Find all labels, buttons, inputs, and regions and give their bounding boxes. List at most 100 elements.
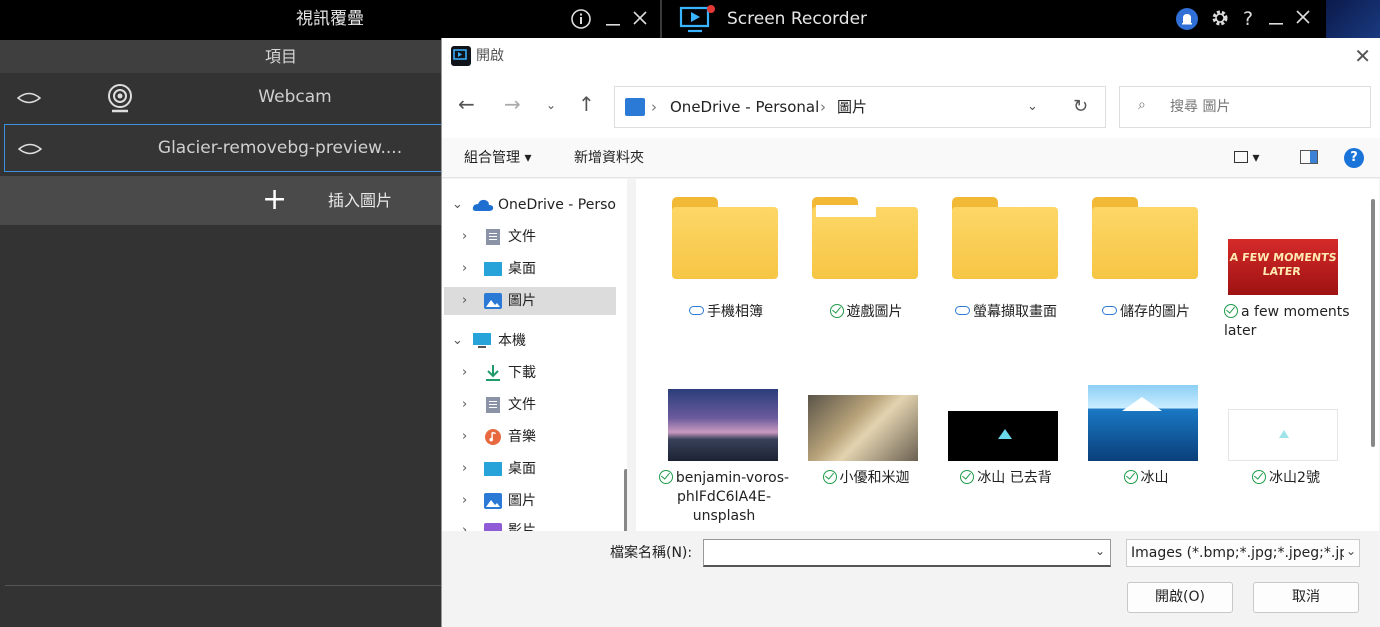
filter-dropdown-chevron-icon[interactable]: ⌄: [1344, 544, 1359, 558]
close-icon[interactable]: [628, 8, 652, 32]
close-icon[interactable]: [1291, 7, 1315, 31]
cloud-status-icon: [955, 306, 970, 315]
tree-item-this-pc[interactable]: ⌄ 本機: [442, 327, 618, 355]
tree-item-downloads[interactable]: › 下載: [442, 359, 618, 387]
refresh-icon[interactable]: ↻: [1073, 87, 1088, 127]
file-name: 小優和米迦: [796, 469, 936, 488]
image-thumbnail: A FEW MOMENTS LATER: [1228, 239, 1338, 295]
tree-item-music[interactable]: › 音樂: [442, 423, 618, 451]
cloud-status-icon: [1102, 306, 1117, 315]
collapse-chevron-icon[interactable]: ⌄: [452, 327, 463, 355]
file-name: 手機相簿: [656, 303, 796, 322]
folder-item[interactable]: 遊戲圖片: [802, 197, 930, 327]
image-item[interactable]: 冰山2號: [1222, 369, 1350, 499]
expand-chevron-icon[interactable]: ›: [462, 455, 467, 483]
folder-icon: [1092, 197, 1198, 279]
visibility-eye-icon[interactable]: [17, 88, 41, 108]
tree-item-desktop-pc[interactable]: › 桌面: [442, 455, 618, 483]
image-item[interactable]: 冰山: [1082, 369, 1210, 499]
image-item[interactable]: A FEW MOMENTS LATER a few moments later: [1222, 197, 1350, 347]
search-box[interactable]: ⌕ 搜尋 圖片: [1119, 86, 1371, 128]
search-input[interactable]: 搜尋 圖片: [1170, 87, 1230, 127]
expand-chevron-icon[interactable]: ›: [462, 517, 467, 531]
folder-icon: [812, 197, 918, 279]
image-item[interactable]: benjamin-voros-phIFdC6IA4E-unsplash: [658, 369, 790, 529]
preview-pane-icon[interactable]: [1300, 138, 1318, 178]
cancel-button[interactable]: 取消: [1253, 582, 1359, 613]
app-icon: [451, 46, 471, 66]
notification-bell-icon[interactable]: [1176, 8, 1198, 30]
content-scrollbar[interactable]: [1371, 199, 1375, 447]
panel-divider: [5, 585, 445, 586]
file-type-filter[interactable]: Images (*.bmp;*.jpg;*.jpeg;*.jp: [1126, 539, 1360, 567]
expand-chevron-icon[interactable]: ›: [462, 223, 467, 251]
tree-item-pictures-selected[interactable]: › 圖片: [444, 287, 616, 315]
overlay-titlebar: 視訊覆疊: [0, 0, 662, 40]
folder-item[interactable]: 螢幕擷取畫面: [942, 197, 1070, 327]
dialog-close-icon[interactable]: ✕: [1354, 44, 1371, 68]
help-icon[interactable]: ?: [1344, 148, 1364, 168]
pane-splitter[interactable]: [627, 179, 636, 531]
folder-icon: [672, 197, 778, 279]
plus-icon: +: [262, 182, 288, 217]
organize-menu[interactable]: 組合管理 ▾: [464, 138, 531, 178]
downloads-icon: [486, 365, 500, 381]
file-name: 儲存的圖片: [1076, 303, 1216, 322]
background-wallpaper: [1326, 0, 1380, 38]
synced-check-icon: [822, 470, 837, 484]
folder-item[interactable]: 手機相簿: [662, 197, 790, 327]
image-thumbnail: [808, 395, 918, 461]
this-pc-icon: [473, 333, 491, 348]
tree-item-onedrive[interactable]: ⌄ OneDrive - Perso: [442, 191, 618, 219]
open-button[interactable]: 開啟(O): [1127, 582, 1233, 613]
image-thumbnail: [1088, 385, 1198, 461]
expand-chevron-icon[interactable]: ›: [462, 255, 467, 283]
view-mode-icon[interactable]: ▾: [1234, 138, 1259, 178]
folder-icon: [952, 197, 1058, 279]
help-question-icon[interactable]: ?: [1236, 7, 1260, 31]
tree-item-videos[interactable]: › 影片: [442, 517, 618, 531]
forward-arrow-icon[interactable]: →: [504, 92, 521, 116]
minimize-icon[interactable]: [601, 8, 625, 32]
address-dropdown-chevron-icon[interactable]: ⌄: [1027, 87, 1038, 127]
image-item[interactable]: 小優和米迦: [802, 369, 930, 499]
visibility-eye-icon[interactable]: [18, 139, 42, 159]
folder-item[interactable]: 儲存的圖片: [1082, 197, 1210, 327]
expand-chevron-icon[interactable]: ›: [462, 423, 467, 451]
dialog-title: 開啟: [476, 48, 504, 64]
tree-item-desktop[interactable]: › 桌面: [442, 255, 618, 283]
synced-check-icon: [1252, 470, 1267, 484]
expand-chevron-icon[interactable]: ›: [462, 287, 467, 315]
settings-gear-icon[interactable]: [1208, 7, 1232, 31]
tree-item-documents-pc[interactable]: › 文件: [442, 391, 618, 419]
breadcrumb-onedrive[interactable]: OneDrive - Personal: [670, 87, 819, 127]
screen-recorder-logo-icon: [679, 5, 715, 33]
breadcrumb-pictures[interactable]: 圖片: [837, 87, 867, 127]
filename-dropdown-chevron-icon[interactable]: ⌄: [1095, 544, 1105, 558]
search-icon: ⌕: [1138, 97, 1146, 113]
screen-recorder-titlebar: Screen Recorder ?: [662, 0, 1380, 38]
filename-input[interactable]: [703, 539, 1111, 567]
tree-item-pictures-pc[interactable]: › 圖片: [442, 487, 618, 515]
pictures-icon: [625, 98, 645, 116]
up-arrow-icon[interactable]: ↑: [578, 92, 595, 116]
filename-label: 檔案名稱(N):: [610, 545, 693, 561]
documents-icon: [486, 397, 500, 413]
overlay-item-label: Glacier-removebg-preview....: [157, 138, 403, 158]
expand-chevron-icon[interactable]: ›: [462, 487, 467, 515]
recent-locations-chevron-icon[interactable]: ⌄: [546, 98, 556, 112]
image-item[interactable]: 冰山 已去背: [942, 369, 1070, 499]
expand-chevron-icon[interactable]: ›: [462, 391, 467, 419]
address-bar[interactable]: › OneDrive - Personal › 圖片 ⌄ ↻: [614, 86, 1106, 128]
info-icon[interactable]: [569, 8, 593, 32]
overlay-item-label: Webcam: [258, 87, 332, 107]
back-arrow-icon[interactable]: ←: [458, 92, 475, 116]
synced-check-icon: [1123, 470, 1138, 484]
new-folder-button[interactable]: 新增資料夾: [574, 138, 644, 178]
minimize-icon[interactable]: [1264, 7, 1288, 31]
tree-item-documents[interactable]: › 文件: [442, 223, 618, 251]
dialog-footer: 檔案名稱(N): ⌄ Images (*.bmp;*.jpg;*.jpeg;*.…: [442, 531, 1380, 627]
collapse-chevron-icon[interactable]: ⌄: [452, 191, 463, 219]
expand-chevron-icon[interactable]: ›: [462, 359, 467, 387]
navigation-tree: ⌄ OneDrive - Perso › 文件 › 桌面 › 圖片 ⌄ 本機 ›…: [442, 179, 627, 531]
